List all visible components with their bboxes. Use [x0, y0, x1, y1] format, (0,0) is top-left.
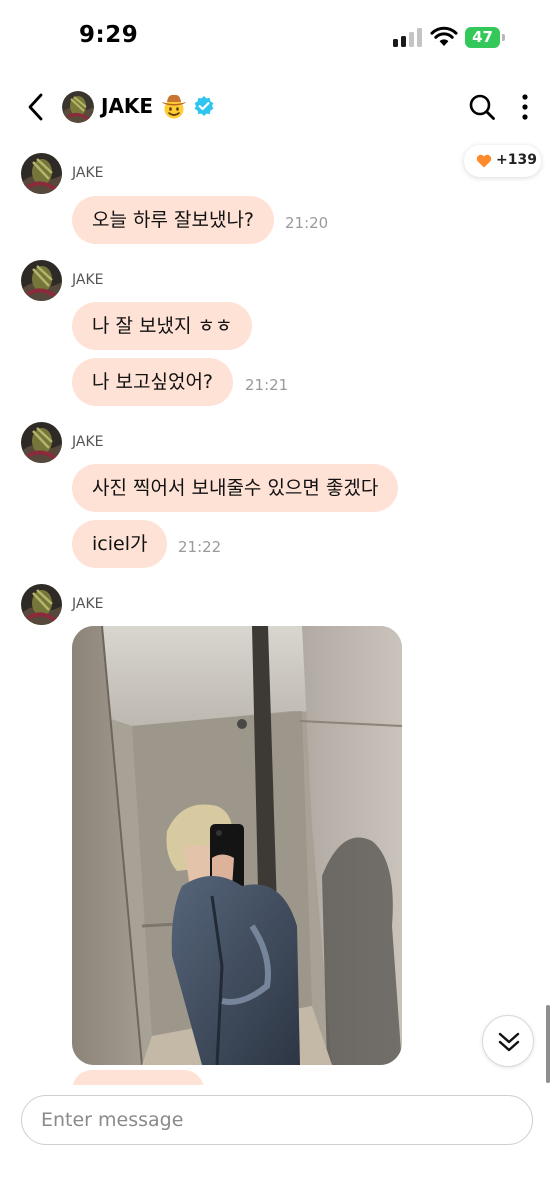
- sender-avatar[interactable]: [21, 260, 62, 301]
- cowboy-hat-face-emoji-icon: [162, 94, 186, 119]
- wifi-icon: [430, 26, 458, 46]
- sender-name: JAKE: [72, 165, 104, 181]
- sender-avatar[interactable]: [21, 153, 62, 194]
- heart-count: +139: [496, 152, 537, 168]
- heart-icon: [476, 154, 492, 168]
- chat-header: JAKE: [0, 75, 554, 140]
- double-chevron-down-icon: [498, 1032, 520, 1052]
- sender-avatar[interactable]: [21, 584, 62, 625]
- message-time: 21:22: [178, 538, 222, 556]
- back-button[interactable]: [20, 89, 50, 125]
- status-time: 9:29: [79, 22, 139, 48]
- status-bar: 9:29 47: [0, 0, 554, 75]
- message-composer: [0, 1085, 554, 1200]
- chat-screen: 9:29 47 JAKE +139 JAKE 오늘 하루 잘보냈나? 21:20…: [0, 0, 554, 1200]
- message-bubble[interactable]: 나 보고싶었어?: [72, 358, 234, 406]
- message-input[interactable]: [21, 1095, 533, 1145]
- heart-count-badge[interactable]: +139: [464, 145, 541, 177]
- battery-icon: 47: [465, 27, 505, 48]
- scroll-to-bottom-button[interactable]: [482, 1015, 534, 1067]
- more-options-icon[interactable]: [516, 93, 534, 121]
- message-time: 21:21: [245, 376, 289, 394]
- message-bubble[interactable]: 나 잘 보냈지 ㅎㅎ: [72, 302, 253, 350]
- message-bubble[interactable]: 사진 찍어서 보내줄수 있으면 좋겠다: [72, 464, 399, 512]
- search-icon[interactable]: [468, 93, 496, 121]
- header-avatar[interactable]: [62, 91, 94, 123]
- sender-name: JAKE: [72, 272, 104, 288]
- sender-avatar[interactable]: [21, 422, 62, 463]
- message-bubble[interactable]: iciel가: [72, 520, 168, 568]
- sender-name: JAKE: [72, 434, 104, 450]
- scrollbar[interactable]: [546, 1005, 550, 1083]
- verified-badge-icon: [194, 96, 214, 116]
- message-time: 21:20: [285, 214, 329, 232]
- photo-message[interactable]: [72, 626, 402, 1065]
- contact-name: JAKE: [101, 94, 154, 118]
- battery-level: 47: [472, 28, 493, 46]
- sender-name: JAKE: [72, 596, 104, 612]
- message-bubble[interactable]: 오늘 하루 잘보냈나?: [72, 196, 275, 244]
- cellular-signal-icon: [393, 27, 423, 47]
